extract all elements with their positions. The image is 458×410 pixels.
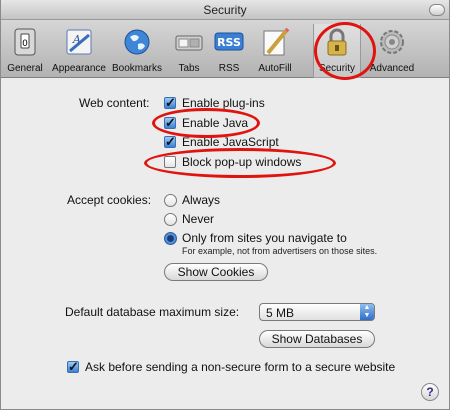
gear-icon: [377, 27, 407, 60]
tab-security-label: Security: [318, 63, 356, 74]
tab-bookmarks-label: Bookmarks: [111, 63, 162, 74]
general-switch-icon: 0: [12, 27, 38, 60]
security-preferences-window: Security 0 General A Appearance Bookmark…: [0, 0, 450, 410]
preferences-toolbar: 0 General A Appearance Bookmarks Tabs RS…: [1, 20, 449, 78]
show-databases-button[interactable]: Show Databases: [259, 330, 375, 348]
security-pane: Web content: Enable plug-ins Enable Java…: [1, 79, 449, 409]
enable-plugins-label: Enable plug-ins: [182, 96, 265, 110]
enable-javascript-checkbox[interactable]: [164, 134, 176, 150]
tab-autofill-label: AutoFill: [258, 63, 292, 74]
globe-icon: [122, 27, 152, 60]
enable-plugins-checkbox[interactable]: [164, 95, 176, 111]
cookies-never-label: Never: [182, 212, 215, 226]
database-size-value: 5 MB: [266, 306, 295, 320]
database-size-select[interactable]: 5 MB ▲ ▼: [259, 303, 375, 321]
svg-text:RSS: RSS: [217, 36, 241, 49]
tab-advanced-label: Advanced: [369, 63, 415, 74]
tab-rss-label: RSS: [218, 63, 240, 74]
enable-java-label: Enable Java: [182, 116, 249, 130]
autofill-pencil-icon: [260, 27, 290, 60]
tab-advanced[interactable]: Advanced: [367, 24, 417, 78]
select-arrows-icon: ▲ ▼: [360, 304, 374, 320]
database-size-label: Default database maximum size:: [65, 305, 240, 319]
tab-appearance-label: Appearance: [52, 63, 106, 74]
nonsecure-form-label: Ask before sending a non-secure form to …: [85, 360, 396, 374]
block-popups-checkbox[interactable]: [164, 156, 176, 168]
accept-cookies-label: Accept cookies:: [67, 193, 152, 207]
rss-icon: RSS: [214, 27, 244, 60]
tab-rss[interactable]: RSS RSS: [213, 24, 245, 78]
tabs-icon: [174, 27, 204, 60]
help-button[interactable]: ?: [421, 383, 439, 401]
cookies-always-label: Always: [182, 193, 221, 207]
cookies-note: For example, not from advertisers on tho…: [182, 246, 378, 256]
appearance-icon: A: [64, 27, 94, 60]
cookies-only-sites-radio[interactable]: [164, 232, 177, 245]
cookies-always-radio[interactable]: [164, 194, 177, 207]
cookies-only-sites-label: Only from sites you navigate to: [182, 231, 347, 245]
tab-bookmarks[interactable]: Bookmarks: [111, 24, 163, 78]
block-popups-label: Block pop-up windows: [182, 155, 302, 169]
enable-java-checkbox[interactable]: [164, 115, 176, 131]
cookies-never-radio[interactable]: [164, 213, 177, 226]
tab-general-label: General: [7, 63, 43, 74]
tab-general[interactable]: 0 General: [5, 24, 45, 78]
lock-icon: [322, 27, 352, 60]
tab-autofill[interactable]: AutoFill: [255, 24, 295, 78]
window-title: Security: [203, 3, 247, 17]
show-cookies-button[interactable]: Show Cookies: [164, 263, 268, 281]
enable-javascript-label: Enable JavaScript: [182, 135, 279, 149]
tab-appearance[interactable]: A Appearance: [52, 24, 106, 78]
tab-tabs-label: Tabs: [178, 63, 200, 74]
title-bar: Security: [1, 0, 449, 20]
svg-text:0: 0: [22, 39, 28, 49]
nonsecure-form-checkbox[interactable]: [67, 359, 79, 375]
toolbar-toggle-button[interactable]: [429, 4, 445, 16]
tab-tabs[interactable]: Tabs: [173, 24, 205, 78]
tab-security[interactable]: Security: [313, 24, 361, 78]
web-content-label: Web content:: [79, 96, 150, 110]
